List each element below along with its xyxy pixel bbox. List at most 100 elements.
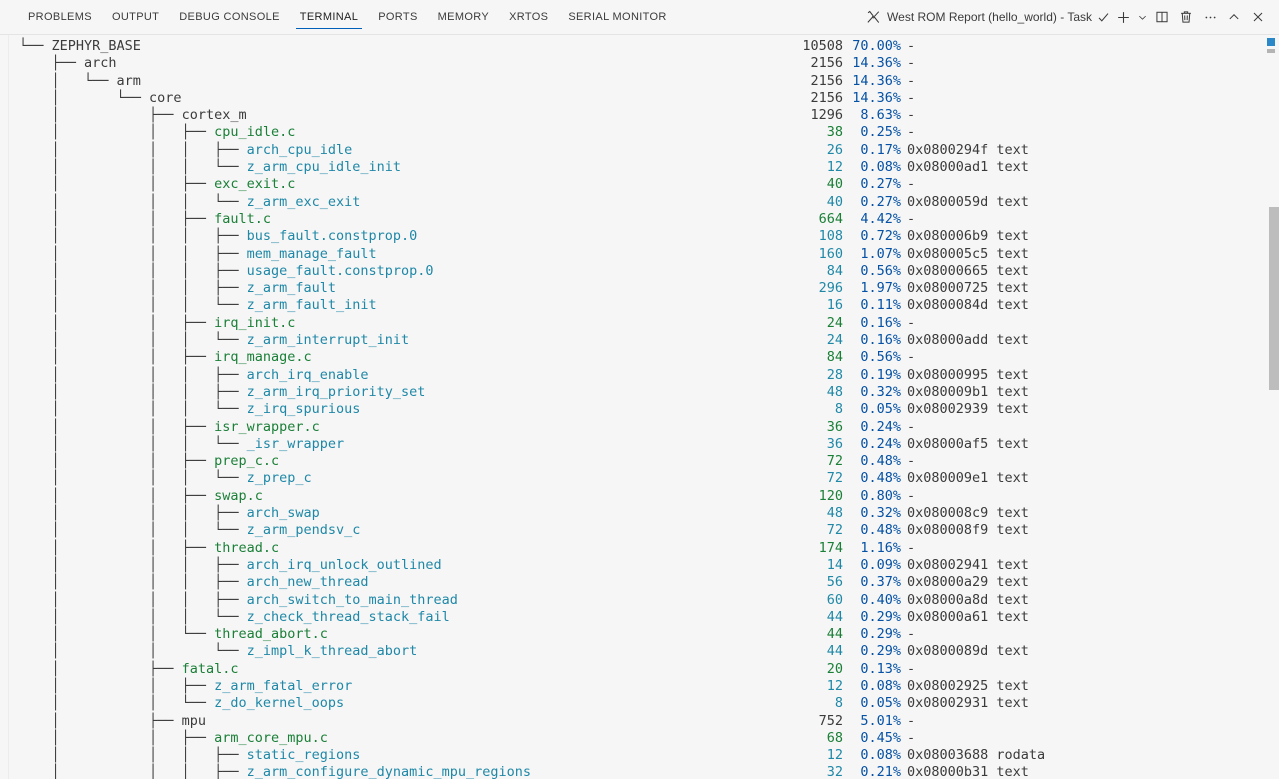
tree-prefix: └── bbox=[19, 38, 52, 54]
panel-tab-serial-monitor[interactable]: SERIAL MONITOR bbox=[558, 0, 676, 34]
size-value: 12 bbox=[693, 159, 843, 176]
tree-prefix: │ │ ├── bbox=[19, 453, 214, 469]
rom-report-row: │ │ │ ├── usage_fault.constprop.0840.56%… bbox=[0, 263, 1279, 280]
new-terminal-plus-icon[interactable] bbox=[1111, 5, 1135, 29]
percent-value: 0.16% bbox=[843, 332, 901, 349]
percent-value: 0.05% bbox=[843, 401, 901, 418]
percent-value: 0.21% bbox=[843, 764, 901, 779]
tree-node-name: cpu_idle.c bbox=[214, 124, 295, 140]
address-value: 0x08000b31 text bbox=[907, 764, 1029, 779]
tree-prefix: │ ├── bbox=[19, 107, 182, 123]
tree-branch: │ │ │ ├── z_arm_irq_priority_set bbox=[19, 384, 425, 401]
rom-report-row: │ └── core215614.36%- bbox=[0, 90, 1279, 107]
rom-report-row: │ │ │ └── z_arm_fault_init160.11%0x08000… bbox=[0, 297, 1279, 314]
panel-tab-memory[interactable]: MEMORY bbox=[428, 0, 499, 34]
size-value: 108 bbox=[693, 228, 843, 245]
rom-report-row: └── ZEPHYR_BASE1050870.00%- bbox=[0, 38, 1279, 55]
percent-value: 5.01% bbox=[843, 713, 901, 730]
active-terminal-label[interactable]: West ROM Report (hello_world) - Task bbox=[866, 10, 1096, 25]
size-value: 36 bbox=[693, 436, 843, 453]
rom-report-row: │ │ │ ├── arch_new_thread560.37%0x08000a… bbox=[0, 574, 1279, 591]
percent-value: 0.11% bbox=[843, 297, 901, 314]
tree-branch: │ │ ├── thread.c bbox=[19, 540, 279, 557]
close-icon[interactable] bbox=[1246, 5, 1270, 29]
rom-report-row: │ │ │ ├── arch_switch_to_main_thread600.… bbox=[0, 592, 1279, 609]
tree-prefix: │ │ │ ├── bbox=[19, 228, 247, 244]
trash-icon[interactable] bbox=[1174, 5, 1198, 29]
tree-node-name: swap.c bbox=[214, 488, 263, 504]
rom-report-row: │ │ │ └── z_arm_pendsv_c720.48%0x080008f… bbox=[0, 522, 1279, 539]
tree-prefix: │ │ ├── bbox=[19, 678, 214, 694]
terminal-scrollbar[interactable] bbox=[1265, 35, 1279, 779]
check-icon[interactable] bbox=[1096, 5, 1111, 29]
size-value: 56 bbox=[693, 574, 843, 591]
tree-node-name: irq_init.c bbox=[214, 315, 295, 331]
terminal-output-panel[interactable]: └── ZEPHYR_BASE1050870.00%- ├── arch2156… bbox=[0, 35, 1279, 779]
rom-report-row: │ │ │ └── z_check_thread_stack_fail440.2… bbox=[0, 609, 1279, 626]
tree-prefix: │ │ ├── bbox=[19, 211, 214, 227]
tree-branch: └── ZEPHYR_BASE bbox=[19, 38, 141, 55]
tree-prefix: │ │ │ ├── bbox=[19, 280, 247, 296]
size-value: 120 bbox=[693, 488, 843, 505]
size-value: 14 bbox=[693, 557, 843, 574]
rom-report-row: │ │ │ └── z_prep_c720.48%0x080009e1 text bbox=[0, 470, 1279, 487]
tree-prefix: │ │ │ └── bbox=[19, 522, 247, 538]
size-value: 174 bbox=[693, 540, 843, 557]
rom-report-row: │ ├── mpu7525.01%- bbox=[0, 713, 1279, 730]
tree-prefix: │ │ ├── bbox=[19, 124, 214, 140]
address-value: - bbox=[907, 176, 915, 193]
rom-report-row: │ │ │ └── z_arm_exc_exit400.27%0x0800059… bbox=[0, 194, 1279, 211]
rom-report-row: │ │ │ └── z_arm_cpu_idle_init120.08%0x08… bbox=[0, 159, 1279, 176]
chevron-up-icon[interactable] bbox=[1222, 5, 1246, 29]
percent-value: 0.37% bbox=[843, 574, 901, 591]
percent-value: 0.08% bbox=[843, 678, 901, 695]
address-value: 0x0800089d text bbox=[907, 643, 1029, 660]
tree-branch: │ │ │ └── _isr_wrapper bbox=[19, 436, 344, 453]
address-value: 0x08003688 rodata bbox=[907, 747, 1045, 764]
panel-tab-ports[interactable]: PORTS bbox=[368, 0, 427, 34]
rom-report-row: │ └── arm215614.36%- bbox=[0, 73, 1279, 90]
percent-value: 0.09% bbox=[843, 557, 901, 574]
rom-report-tree: └── ZEPHYR_BASE1050870.00%- ├── arch2156… bbox=[0, 35, 1279, 779]
percent-value: 0.29% bbox=[843, 643, 901, 660]
terminal-scrollbar-thumb[interactable] bbox=[1269, 207, 1279, 390]
tree-node-name: prep_c.c bbox=[214, 453, 279, 469]
tree-prefix: ├── bbox=[19, 55, 84, 71]
rom-report-row: │ │ ├── irq_init.c240.16%- bbox=[0, 315, 1279, 332]
panel-tab-problems[interactable]: PROBLEMS bbox=[18, 0, 102, 34]
percent-value: 0.48% bbox=[843, 470, 901, 487]
rom-report-row: │ │ ├── cpu_idle.c380.25%- bbox=[0, 124, 1279, 141]
panel-tab-terminal[interactable]: TERMINAL bbox=[290, 0, 368, 34]
rom-report-row: │ │ │ ├── arch_irq_unlock_outlined140.09… bbox=[0, 557, 1279, 574]
ellipsis-icon[interactable] bbox=[1198, 5, 1222, 29]
percent-value: 14.36% bbox=[843, 55, 901, 72]
tree-branch: │ │ │ ├── arch_cpu_idle bbox=[19, 142, 352, 159]
address-value: 0x08002925 text bbox=[907, 678, 1029, 695]
address-value: - bbox=[907, 211, 915, 228]
tree-prefix: │ │ │ ├── bbox=[19, 592, 247, 608]
tree-node-name: irq_manage.c bbox=[214, 349, 312, 365]
panel-actions: West ROM Report (hello_world) - Task bbox=[866, 0, 1279, 34]
rom-report-row: │ │ ├── exc_exit.c400.27%- bbox=[0, 176, 1279, 193]
percent-value: 0.80% bbox=[843, 488, 901, 505]
tree-prefix: │ │ │ └── bbox=[19, 401, 247, 417]
panel-tab-output[interactable]: OUTPUT bbox=[102, 0, 169, 34]
tree-prefix: │ │ │ └── bbox=[19, 470, 247, 486]
size-value: 44 bbox=[693, 626, 843, 643]
tree-branch: │ │ │ └── z_arm_cpu_idle_init bbox=[19, 159, 401, 176]
size-value: 48 bbox=[693, 505, 843, 522]
percent-value: 0.19% bbox=[843, 367, 901, 384]
panel-tab-debug-console[interactable]: DEBUG CONSOLE bbox=[169, 0, 290, 34]
chevron-down-icon[interactable] bbox=[1135, 5, 1150, 29]
split-panel-icon[interactable] bbox=[1150, 5, 1174, 29]
address-value: 0x0800294f text bbox=[907, 142, 1029, 159]
tree-branch: │ │ │ └── z_arm_pendsv_c bbox=[19, 522, 360, 539]
tree-prefix: │ │ │ └── bbox=[19, 436, 247, 452]
size-value: 8 bbox=[693, 695, 843, 712]
tree-branch: │ │ │ ├── bus_fault.constprop.0 bbox=[19, 228, 417, 245]
tree-branch: │ │ │ ├── arch_irq_enable bbox=[19, 367, 369, 384]
tree-prefix: │ └── bbox=[19, 90, 149, 106]
percent-value: 0.56% bbox=[843, 263, 901, 280]
tree-prefix: │ │ ├── bbox=[19, 540, 214, 556]
panel-tab-xrtos[interactable]: XRTOS bbox=[499, 0, 558, 34]
